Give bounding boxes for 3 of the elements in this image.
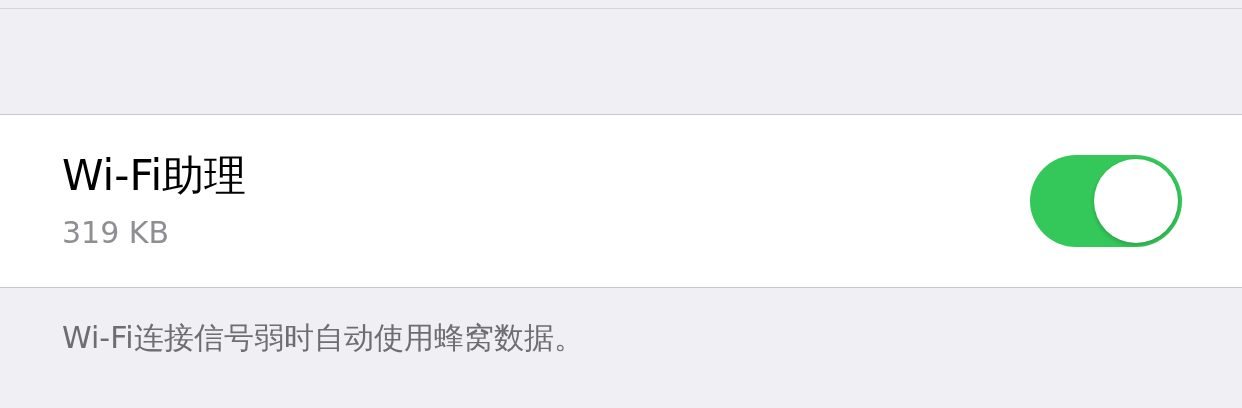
footer-note: Wi-Fi连接信号弱时自动使用蜂窝数据。 <box>61 319 585 357</box>
data-usage: 319 KB <box>62 215 171 251</box>
setting-title: Wi-Fi助理 <box>62 151 247 201</box>
